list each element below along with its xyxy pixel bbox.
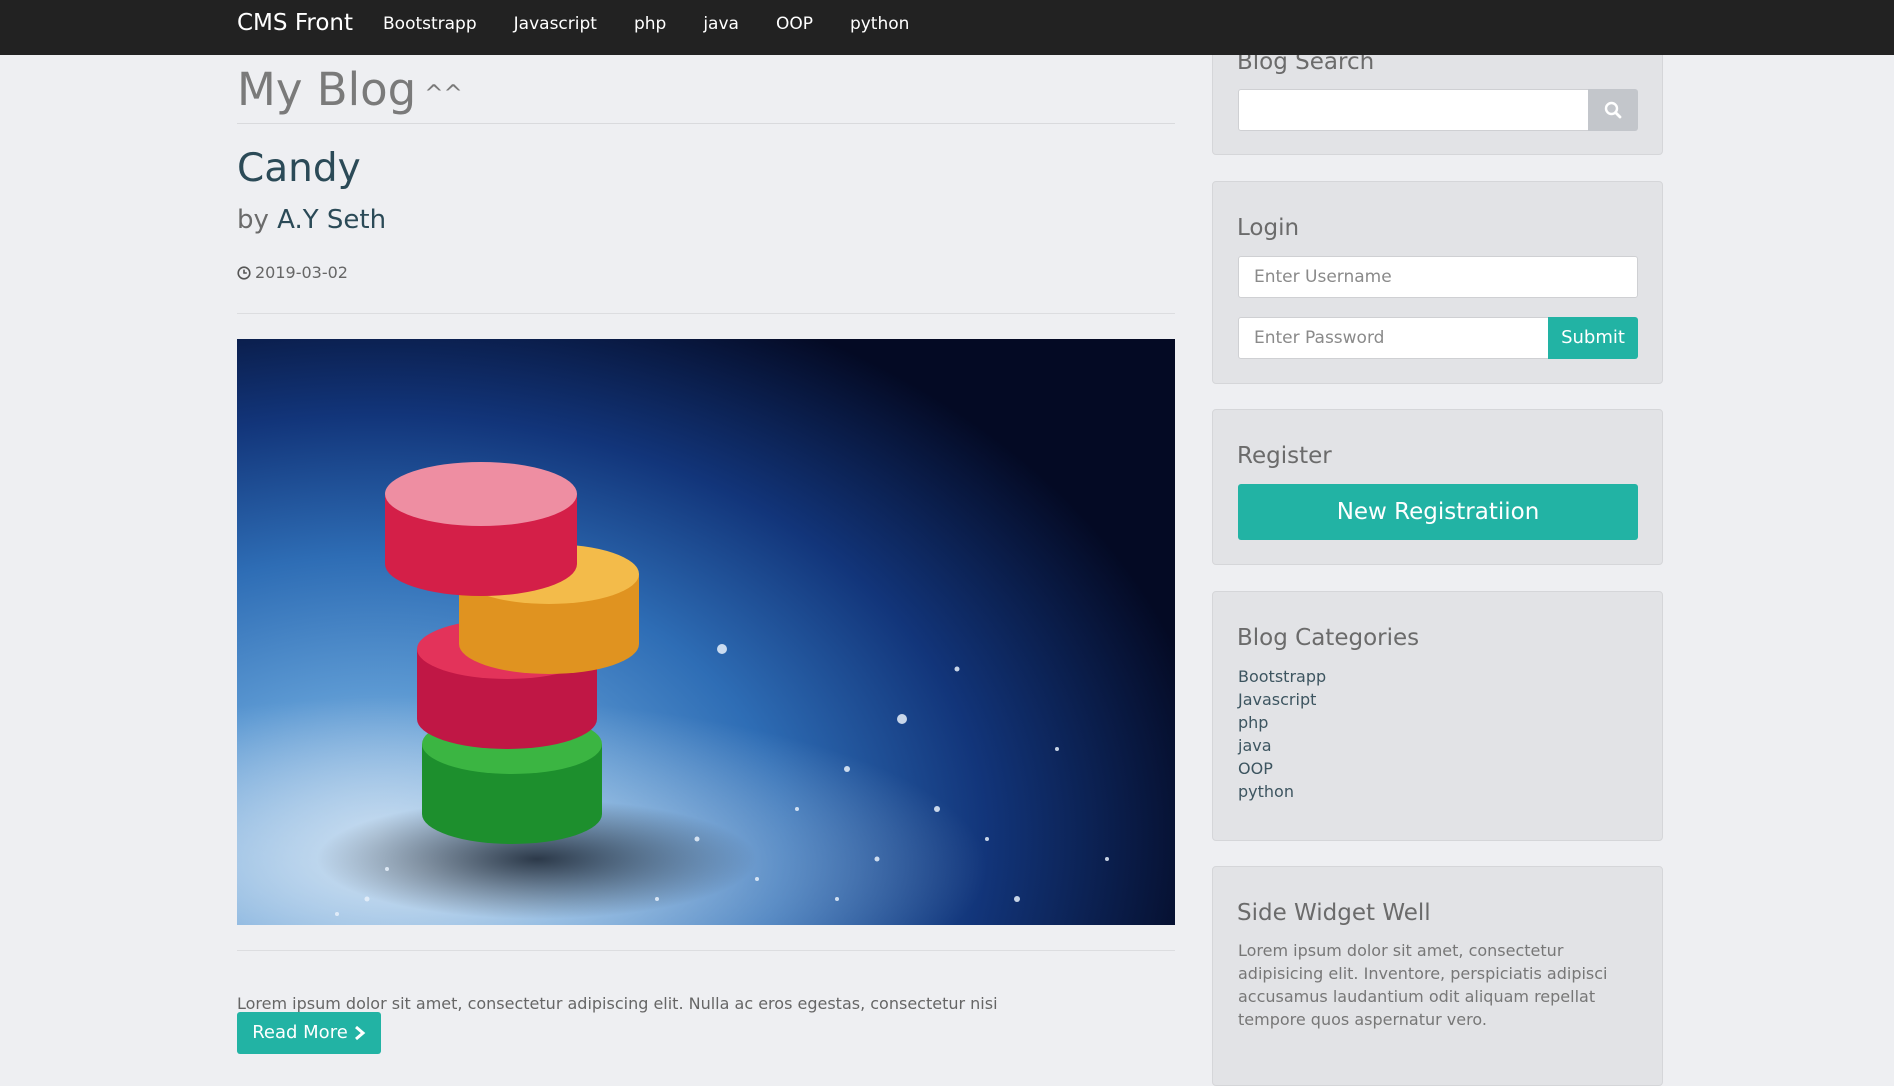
nav-link-java[interactable]: java (703, 14, 739, 34)
side-widget-text: Lorem ipsum dolor sit amet, consectetur … (1238, 941, 1608, 1029)
login-title: Login (1237, 215, 1300, 241)
post-title-link[interactable]: Candy (237, 146, 361, 191)
register-well: Register New Registratiion (1212, 409, 1663, 565)
category-list: Bootstrapp Javascript php java OOP pytho… (1238, 665, 1326, 803)
post-image (237, 339, 1175, 925)
page-title: My Blog ^^ (237, 65, 1175, 119)
category-item-bootstrapp[interactable]: Bootstrapp (1238, 665, 1326, 688)
password-field[interactable] (1238, 317, 1549, 359)
category-item-javascript[interactable]: Javascript (1238, 688, 1326, 711)
clock-icon (237, 266, 251, 280)
category-item-oop[interactable]: OOP (1238, 757, 1326, 780)
search-input[interactable] (1238, 89, 1589, 131)
chevron-right-icon (354, 1025, 366, 1041)
category-item-php[interactable]: php (1238, 711, 1326, 734)
divider (237, 313, 1175, 314)
post-author-prefix: by (237, 205, 269, 235)
categories-title: Blog Categories (1237, 625, 1420, 651)
page-title-suffix: ^^ (424, 81, 463, 107)
new-registration-button[interactable]: New Registratiion (1238, 484, 1638, 540)
category-item-python[interactable]: python (1238, 780, 1326, 803)
divider (237, 950, 1175, 951)
post-author-link[interactable]: A.Y Seth (277, 205, 386, 235)
read-more-button[interactable]: Read More (237, 1012, 381, 1054)
nav-link-php[interactable]: php (634, 14, 666, 34)
page-title-text: My Blog (237, 63, 417, 116)
navbar: CMS Front Bootstrapp Javascript php java… (0, 0, 1894, 55)
categories-well: Blog Categories Bootstrapp Javascript ph… (1212, 591, 1663, 841)
nav-links: Bootstrapp Javascript php java OOP pytho… (383, 14, 946, 34)
search-icon (1604, 101, 1622, 119)
register-title: Register (1237, 443, 1332, 469)
nav-link-python[interactable]: python (850, 14, 909, 34)
category-item-java[interactable]: java (1238, 734, 1326, 757)
post-date-text: 2019-03-02 (255, 263, 348, 282)
search-button[interactable] (1588, 89, 1638, 131)
read-more-label: Read More (252, 1022, 348, 1043)
page-header: My Blog ^^ (237, 65, 1175, 124)
side-widget-well: Side Widget Well Lorem ipsum dolor sit a… (1212, 866, 1663, 1086)
post-date: 2019-03-02 (237, 263, 348, 283)
candy-illustration (237, 462, 1175, 925)
post-title[interactable]: Candy (237, 147, 361, 191)
side-widget-title: Side Widget Well (1237, 900, 1431, 926)
username-field[interactable] (1238, 256, 1638, 298)
submit-button[interactable]: Submit (1548, 317, 1638, 359)
login-well: Login Submit (1212, 181, 1663, 384)
brand-link[interactable]: CMS Front (237, 10, 353, 36)
post-author: by A.Y Seth (237, 205, 386, 235)
nav-link-oop[interactable]: OOP (776, 14, 813, 34)
nav-link-bootstrapp[interactable]: Bootstrapp (383, 14, 477, 34)
nav-link-javascript[interactable]: Javascript (514, 14, 597, 34)
